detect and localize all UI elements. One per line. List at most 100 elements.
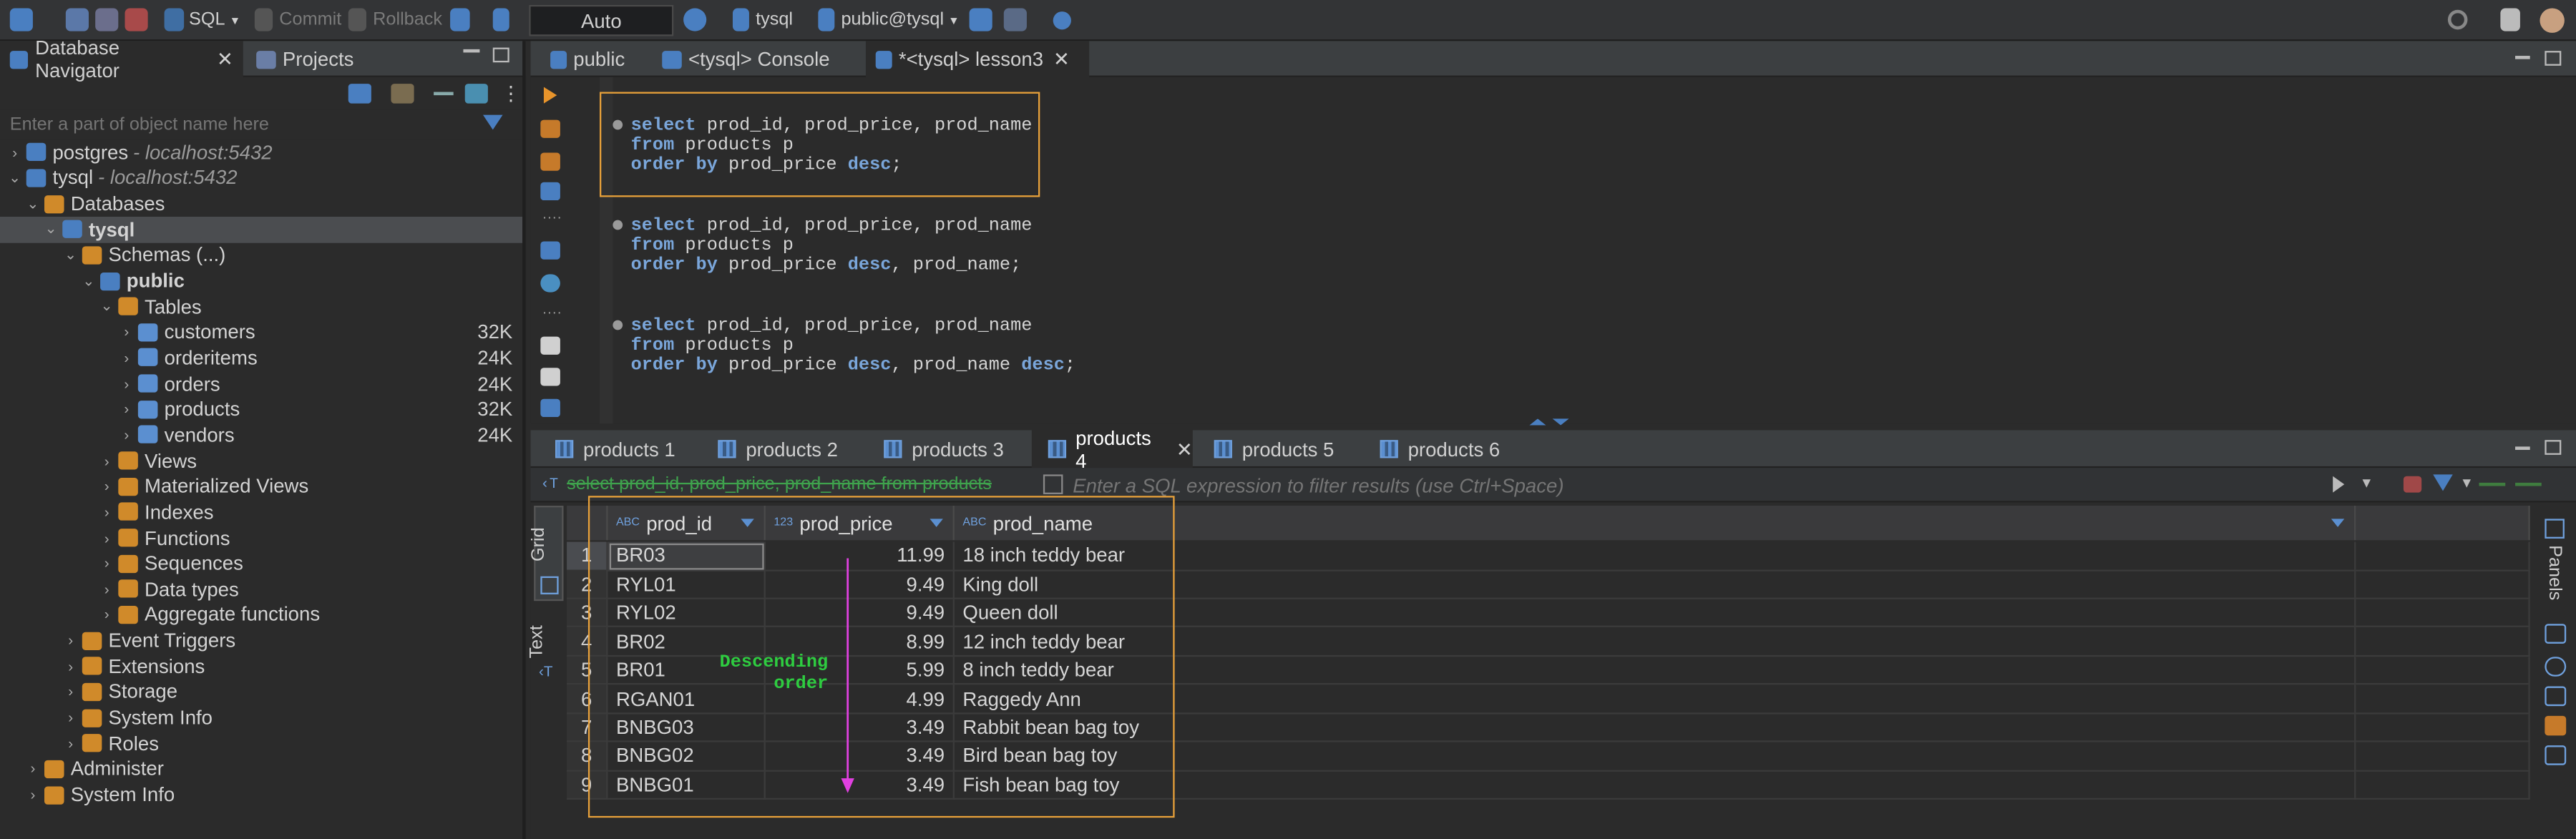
chevron-right-icon[interactable]: › (99, 479, 115, 495)
tree-item-table-orders[interactable]: › orders 24K (0, 371, 522, 396)
tree-item-views-folder[interactable]: › Views (0, 448, 522, 474)
execute-new-tab-icon[interactable] (540, 119, 560, 138)
dashboard-icon[interactable] (969, 5, 992, 34)
chevron-down-icon[interactable]: ⌄ (99, 298, 115, 315)
chevron-right-icon[interactable]: › (99, 581, 115, 597)
chevron-down-icon[interactable]: ⌄ (43, 220, 59, 238)
active-schema-selector[interactable]: public@tysql ▾ (818, 5, 957, 34)
minimize-icon[interactable] (463, 49, 480, 53)
metadata-icon[interactable] (2545, 686, 2567, 707)
tab-products-6[interactable]: products 6 (1364, 430, 1518, 468)
tree-item-event-triggers-folder[interactable]: › Event Triggers (0, 628, 522, 654)
tab-products-2[interactable]: products 2 (701, 430, 856, 468)
forward-icon[interactable] (2515, 482, 2542, 486)
execute-script-icon[interactable] (540, 152, 560, 171)
tab-lesson3[interactable]: *<tysql> lesson3 ✕ (865, 41, 1090, 77)
invalidate-icon[interactable] (125, 5, 148, 34)
splitter-handle[interactable] (1529, 418, 1579, 426)
filter-icon[interactable] (482, 114, 503, 130)
filter-history-icon[interactable]: ▾ (2363, 474, 2371, 492)
sql-query-3[interactable]: select prod_id, prod_price, prod_name fro… (613, 317, 1075, 376)
chevron-down-icon[interactable]: ⌄ (24, 195, 41, 212)
maximize-icon[interactable] (2545, 51, 2562, 66)
chevron-right-icon[interactable]: › (24, 761, 41, 777)
tree-item-data-types-folder[interactable]: › Data types (0, 576, 522, 602)
search-icon[interactable] (1053, 5, 1071, 34)
chevron-down-icon[interactable]: ▾ (2463, 474, 2472, 492)
minimize-icon[interactable] (2515, 446, 2530, 450)
tree-item-table-products[interactable]: › products 32K (0, 396, 522, 422)
back-icon[interactable] (2479, 482, 2506, 486)
chevron-right-icon[interactable]: › (118, 324, 135, 340)
chevron-right-icon[interactable]: › (6, 144, 23, 161)
view-menu-icon[interactable]: ⋮ (501, 82, 521, 105)
filter-icon[interactable] (2433, 474, 2453, 491)
chevron-right-icon[interactable]: › (62, 735, 79, 752)
chevron-down-icon[interactable]: ⌄ (80, 272, 97, 290)
chevron-right-icon[interactable]: › (62, 632, 79, 649)
tree-item-storage-folder[interactable]: › Storage (0, 679, 522, 705)
avatar[interactable] (2540, 5, 2565, 34)
chevron-right-icon[interactable]: › (118, 350, 135, 366)
tab-text[interactable]: Text ‹T (527, 607, 563, 690)
chevron-right-icon[interactable]: › (62, 658, 79, 674)
tree-item-roles-folder[interactable]: › Roles (0, 730, 522, 756)
reconnect-icon[interactable] (95, 5, 119, 34)
sql-query-2[interactable]: select prod_id, prod_price, prod_name fro… (613, 217, 1032, 276)
rollback-button[interactable]: Rollback (348, 5, 442, 34)
connect-icon[interactable] (9, 5, 33, 34)
panels-label[interactable]: Panels (2545, 545, 2565, 600)
results-filter-input[interactable] (1073, 473, 2322, 498)
chevron-right-icon[interactable]: › (99, 529, 115, 546)
folder-icon[interactable] (391, 84, 414, 104)
close-icon[interactable]: ✕ (217, 48, 233, 71)
minimize-icon[interactable] (2515, 56, 2530, 59)
panel-splitter[interactable] (522, 41, 526, 839)
maximize-icon[interactable] (492, 47, 509, 63)
active-connection-selector[interactable]: tysql (732, 5, 793, 34)
output-icon[interactable] (540, 241, 560, 260)
chevron-right-icon[interactable]: › (118, 427, 135, 443)
global-search-icon[interactable] (2447, 5, 2468, 34)
expand-query-icon[interactable] (1043, 474, 1063, 494)
tab-products-4[interactable]: products 4 ✕ (1031, 426, 1193, 472)
tree-item-databases-folder[interactable]: ⌄ Databases (0, 191, 522, 217)
tree-item-connection-postgres[interactable]: › postgres - localhost:5432 (0, 139, 522, 165)
link-editor-icon[interactable] (464, 84, 488, 104)
execute-statement-icon[interactable] (543, 87, 557, 104)
tab-products-3[interactable]: products 3 (867, 430, 1022, 468)
chevron-right-icon[interactable]: › (62, 684, 79, 700)
transaction-mode-selector[interactable]: Auto (529, 4, 674, 36)
chevron-right-icon[interactable]: › (118, 401, 135, 418)
perspective-icon[interactable] (2500, 5, 2520, 34)
erd-icon[interactable] (1003, 5, 1027, 34)
tree-item-system-info-root[interactable]: › System Info (0, 782, 522, 808)
chevron-right-icon[interactable]: › (99, 453, 115, 469)
clear-filter-icon[interactable] (2403, 476, 2422, 493)
tab-products-1[interactable]: products 1 (539, 430, 693, 468)
apply-filter-icon[interactable] (2333, 476, 2345, 493)
calc-icon[interactable] (2545, 715, 2567, 736)
tree-item-functions-folder[interactable]: › Functions (0, 525, 522, 551)
value-viewer-icon[interactable] (2545, 657, 2567, 677)
save-script-icon[interactable] (540, 398, 560, 418)
tab-projects[interactable]: Projects (246, 41, 411, 77)
history-icon[interactable] (683, 5, 707, 34)
tree-item-system-info-folder[interactable]: › System Info (0, 705, 522, 730)
tree-item-schemas-folder[interactable]: ⌄ Schemas (...) (0, 242, 522, 268)
tree-item-table-orderitems[interactable]: › orderitems 24K (0, 345, 522, 371)
navigator-filter-input[interactable] (9, 112, 470, 137)
tab-console[interactable]: <tysql> Console (652, 41, 856, 77)
layout-icon[interactable] (2545, 745, 2567, 765)
tree-item-indexes-folder[interactable]: › Indexes (0, 499, 522, 525)
chevron-right-icon[interactable]: › (99, 504, 115, 520)
tree-item-aggregate-functions-folder[interactable]: › Aggregate functions (0, 602, 522, 628)
chevron-down-icon[interactable]: ⌄ (62, 246, 79, 264)
sql-editor-button[interactable]: SQL ▾ (164, 5, 238, 34)
tree-item-extensions-folder[interactable]: › Extensions (0, 654, 522, 679)
tree-item-materialized-views-folder[interactable]: › Materialized Views (0, 474, 522, 499)
close-icon[interactable]: ✕ (1176, 438, 1193, 461)
collapse-all-icon[interactable] (434, 92, 454, 96)
tree-item-sequences-folder[interactable]: › Sequences (0, 551, 522, 576)
tab-products-5[interactable]: products 5 (1198, 430, 1352, 468)
